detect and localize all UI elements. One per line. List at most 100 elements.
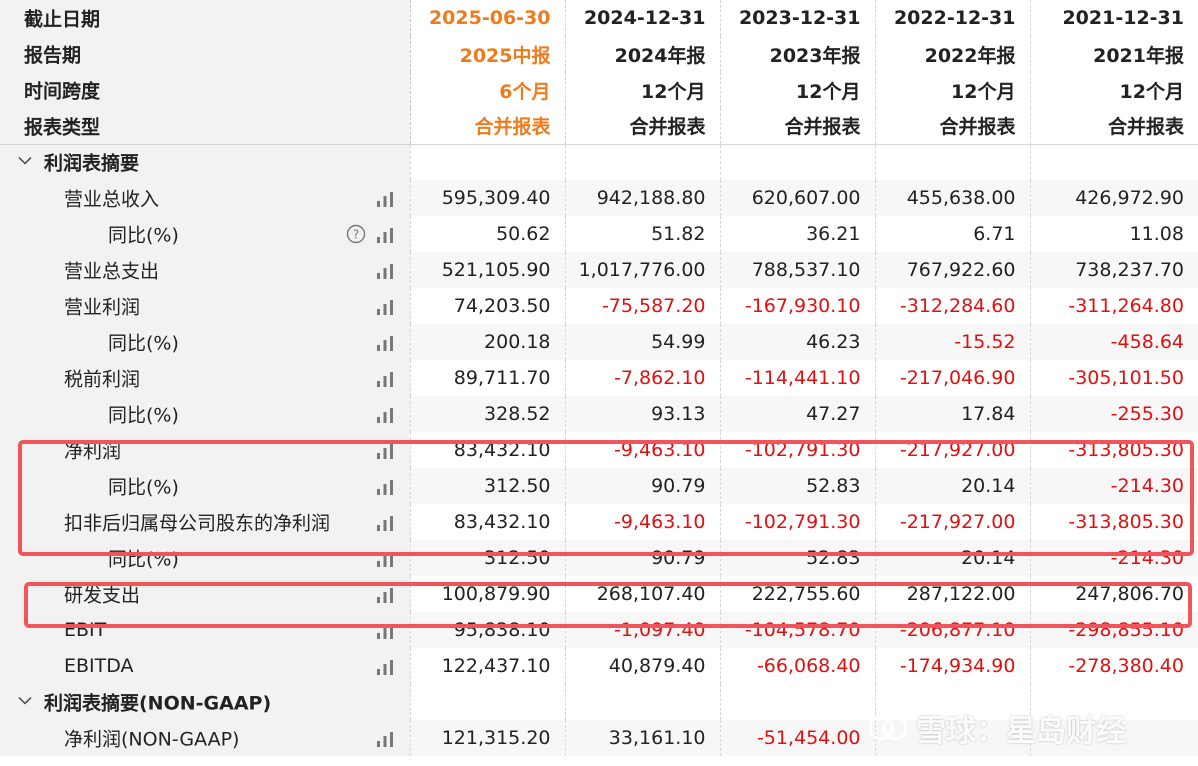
bar-chart-icon[interactable] [376,550,394,567]
row-label: 营业总收入 [64,188,160,211]
table-row[interactable]: 研发支出 100,879.90 268,107.40 222,755.60 287,12… [0,576,1198,612]
header-value: 2024年报 [564,36,720,72]
row-value: -255.30 [1029,396,1198,432]
row-value: -104,578.70 [719,612,875,648]
row-value: 11.08 [1029,216,1198,252]
table-row[interactable]: 同比(%) 200.18 54.99 46.23 -15.52 -458.64 [0,324,1198,360]
table-row[interactable]: 营业总收入 595,309.40 942,188.80 620,607.00 455,6… [0,180,1198,216]
table-row[interactable]: 同比(%)? 50.62 51.82 36.21 6.71 11.08 [0,216,1198,252]
row-value: -311,264.80 [1029,288,1198,324]
bar-chart-icon[interactable] [376,226,394,243]
header-label-cell: 报表类型 [0,108,410,145]
bar-chart-icon[interactable] [376,370,394,387]
row-label: 营业利润 [64,296,141,319]
row-label-cell: 同比(%) [0,324,410,360]
row-value: -174,934.90 [874,648,1030,684]
row-value: 40,879.40 [564,648,720,684]
row-value: -312,284.60 [874,288,1030,324]
header-value: 6个月 [409,72,565,108]
row-value: -217,046.90 [874,360,1030,396]
row-label: EBIT [64,619,107,641]
row-value: 36.21 [719,216,875,252]
chevron-down-icon[interactable] [18,155,32,170]
table-row[interactable]: 净利润 83,432.10 -9,463.10 -102,791.30 -217,927… [0,432,1198,468]
row-value: 83,432.10 [409,432,565,468]
header-label: 报告期 [24,44,82,67]
bar-chart-icon[interactable] [376,730,394,747]
row-label-cell: 净利润(NON-GAAP) [0,720,410,756]
row-value: 74,203.50 [409,288,565,324]
chevron-down-icon[interactable] [18,695,32,710]
table-row[interactable]: EBITDA 122,437.10 40,879.40 -66,068.40 -174,… [0,648,1198,684]
bar-chart-icon[interactable] [376,298,394,315]
table-row[interactable]: 同比(%) 328.52 93.13 47.27 17.84 -255.30 [0,396,1198,432]
header-row: 时间跨度 6个月 12个月 12个月 12个月 12个月 [0,72,1198,108]
table-row[interactable]: 税前利润 89,711.70 -7,862.10 -114,441.10 -217,04… [0,360,1198,396]
row-value: 222,755.60 [719,576,875,612]
row-value: 46.23 [719,324,875,360]
row-value: 595,309.40 [409,180,565,216]
section-empty-cell [564,144,720,180]
row-value: 312.50 [409,468,565,504]
row-value: -217,927.00 [874,504,1030,540]
row-label: 同比(%) [108,224,179,247]
row-value [874,720,1030,756]
row-label-cell: 营业利润 [0,288,410,324]
row-label-cell: 扣非后归属母公司股东的净利润 [0,504,410,540]
row-value: -167,930.10 [719,288,875,324]
svg-text:?: ? [352,228,358,242]
header-value: 2021年报 [1029,36,1198,72]
bar-chart-icon[interactable] [376,334,394,351]
table-row[interactable]: 营业总支出 521,105.90 1,017,776.00 788,537.10 767… [0,252,1198,288]
header-value: 合并报表 [1029,108,1198,145]
bar-chart-icon[interactable] [376,478,394,495]
section-title: 利润表摘要 [44,152,140,175]
row-value: 6.71 [874,216,1030,252]
financial-table: 截止日期 2025-06-30 2024-12-31 2023-12-31 2022-1… [0,0,1198,756]
row-value: 247,806.70 [1029,576,1198,612]
row-label: 扣非后归属母公司股东的净利润 [64,512,331,535]
bar-chart-icon[interactable] [376,514,394,531]
section-empty-cell [409,144,565,180]
table-row[interactable]: EBIT 95,838.10 -1,097.40 -104,578.70 -206,87… [0,612,1198,648]
row-value: 455,638.00 [874,180,1030,216]
section-empty-cell [1029,144,1198,180]
section-header[interactable]: 利润表摘要 [0,144,1198,180]
bar-chart-icon[interactable] [376,442,394,459]
section-label-cell[interactable]: 利润表摘要(NON-GAAP) [0,684,410,720]
header-value: 合并报表 [409,108,565,145]
table-row[interactable]: 同比(%) 312.50 90.79 52.83 20.14 -214.30 [0,468,1198,504]
section-label-cell[interactable]: 利润表摘要 [0,144,410,180]
row-value: 47.27 [719,396,875,432]
row-label: 净利润(NON-GAAP) [64,728,240,751]
row-value: 287,122.00 [874,576,1030,612]
row-value: 521,105.90 [409,252,565,288]
row-value [1029,720,1198,756]
row-value: 767,922.60 [874,252,1030,288]
row-value: 90.79 [564,540,720,576]
header-value: 2024-12-31 [564,0,720,36]
table-row[interactable]: 同比(%) 312.50 90.79 52.83 20.14 -214.30 [0,540,1198,576]
row-label: 同比(%) [108,332,179,355]
table-row[interactable]: 扣非后归属母公司股东的净利润 83,432.10 -9,463.10 -102,791… [0,504,1198,540]
header-label: 截止日期 [24,8,101,31]
row-value: 426,972.90 [1029,180,1198,216]
bar-chart-icon[interactable] [376,622,394,639]
bar-chart-icon[interactable] [376,262,394,279]
row-value: 95,838.10 [409,612,565,648]
bar-chart-icon[interactable] [376,190,394,207]
bar-chart-icon[interactable] [376,658,394,675]
bar-chart-icon[interactable] [376,406,394,423]
header-value: 2022年报 [874,36,1030,72]
table-row[interactable]: 营业利润 74,203.50 -75,587.20 -167,930.10 -312,2… [0,288,1198,324]
row-label: 同比(%) [108,476,179,499]
row-value: -102,791.30 [719,432,875,468]
header-value: 2025-06-30 [409,0,565,36]
table-row[interactable]: 净利润(NON-GAAP) 121,315.20 33,161.10 -51,454.… [0,720,1198,756]
row-label-cell: 同比(%) [0,396,410,432]
section-header[interactable]: 利润表摘要(NON-GAAP) [0,684,1198,720]
row-value: 620,607.00 [719,180,875,216]
bar-chart-icon[interactable] [376,586,394,603]
question-circle-icon[interactable]: ? [346,224,366,244]
row-value: -114,441.10 [719,360,875,396]
